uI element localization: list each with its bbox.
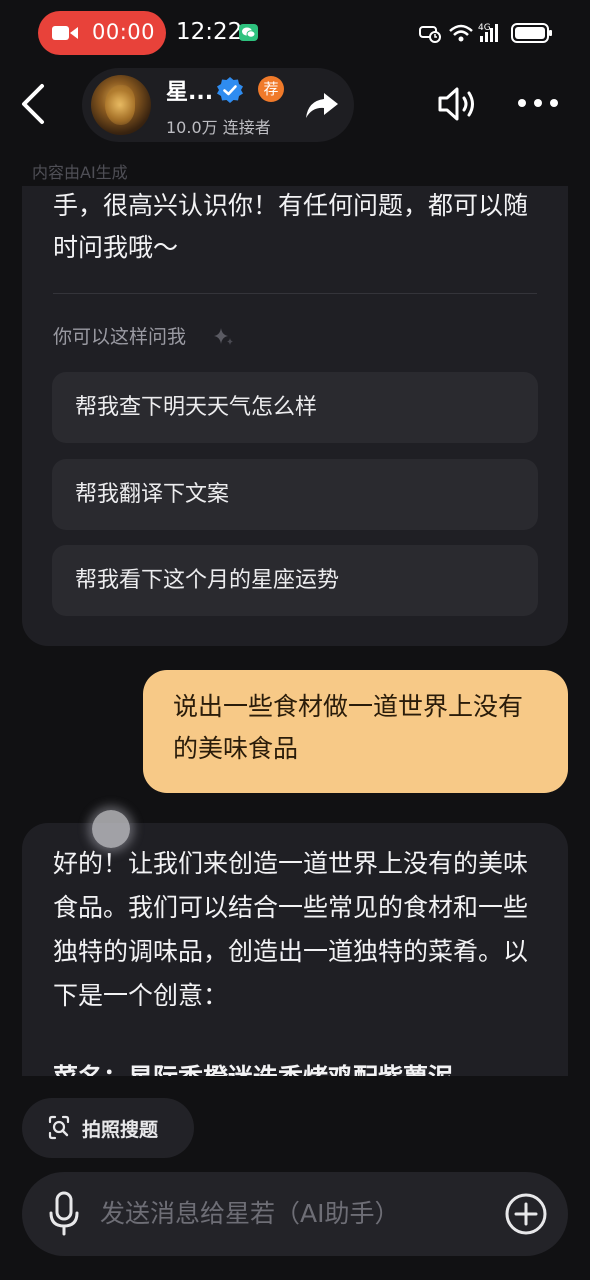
verified-badge-icon (217, 77, 243, 103)
system-status-icons: 4G (419, 23, 552, 43)
battery-icon (511, 23, 552, 43)
bot-reply-dish-name: 菜名：星际香橙迷迭香烤鸡配紫薯泥 (53, 1056, 553, 1076)
back-arrow-icon[interactable] (14, 80, 58, 128)
share-icon[interactable] (304, 87, 340, 123)
chat-header: 星... 荐 10.0万 连接者 (0, 66, 590, 156)
more-options-icon[interactable] (516, 96, 560, 110)
ai-generated-note: 内容由AI生成 (32, 163, 128, 182)
chat-screen: 00:00 12:22 4G 星... 荐 10.0万 连接者 内容由AI生成 … (0, 0, 590, 1280)
user-message-text: 说出一些食材做一道世界上没有的美味食品 (173, 692, 524, 763)
wifi-icon (449, 24, 473, 42)
speaker-icon[interactable] (436, 84, 478, 124)
suggestion-translate[interactable]: 帮我翻译下文案 (52, 459, 538, 530)
bot-reply-message[interactable]: 好的！让我们来创造一道世界上没有的美味食品。我们可以结合一些常见的食材和一些独特… (22, 823, 568, 1076)
divider (53, 293, 537, 294)
avatar[interactable] (91, 75, 151, 135)
wechat-icon (239, 24, 258, 41)
bot-name: 星... (166, 80, 214, 105)
microphone-icon[interactable] (48, 1191, 80, 1237)
photo-search-label: 拍照搜题 (82, 1119, 159, 1141)
video-camera-icon (52, 26, 78, 40)
status-bar: 00:00 12:22 4G (0, 0, 590, 66)
suggestion-heading: 你可以这样问我 (53, 326, 187, 348)
chat-message-list[interactable]: 手，很高兴认识你！有任何问题，都可以随时问我哦～ 你可以这样问我 帮我查下明天天… (0, 186, 590, 1076)
network-type-label: 4G (478, 23, 491, 33)
connect-count: 10.0万 连接者 (166, 118, 271, 137)
message-input-bar: 发送消息给星若（AI助手） (22, 1172, 568, 1256)
suggestion-weather[interactable]: 帮我查下明天天气怎么样 (52, 372, 538, 443)
recording-time: 00:00 (92, 20, 156, 44)
sparkle-icon (214, 328, 233, 345)
photo-search-icon (48, 1115, 70, 1140)
photo-search-button[interactable]: 拍照搜题 (22, 1098, 194, 1158)
message-input[interactable]: 发送消息给星若（AI助手） (100, 1194, 480, 1234)
touch-indicator (92, 810, 130, 848)
bot-reply-text: 好的！让我们来创造一道世界上没有的美味食品。我们可以结合一些常见的食材和一些独特… (53, 849, 529, 1010)
add-icon[interactable] (504, 1192, 548, 1236)
recommended-badge: 荐 (258, 76, 284, 102)
suggestion-horoscope[interactable]: 帮我看下这个月的星座运势 (52, 545, 538, 616)
bot-profile-card[interactable]: 星... 荐 10.0万 连接者 (82, 68, 354, 142)
screen-recording-indicator[interactable]: 00:00 (38, 11, 166, 55)
alarm-car-icon (419, 26, 441, 43)
bot-intro-text: 手，很高兴认识你！有任何问题，都可以随时问我哦～ (53, 191, 529, 262)
bot-welcome-message: 手，很高兴认识你！有任何问题，都可以随时问我哦～ 你可以这样问我 帮我查下明天天… (22, 186, 568, 646)
clock: 12:22 (176, 19, 243, 45)
user-message-bubble[interactable]: 说出一些食材做一道世界上没有的美味食品 (143, 670, 568, 793)
